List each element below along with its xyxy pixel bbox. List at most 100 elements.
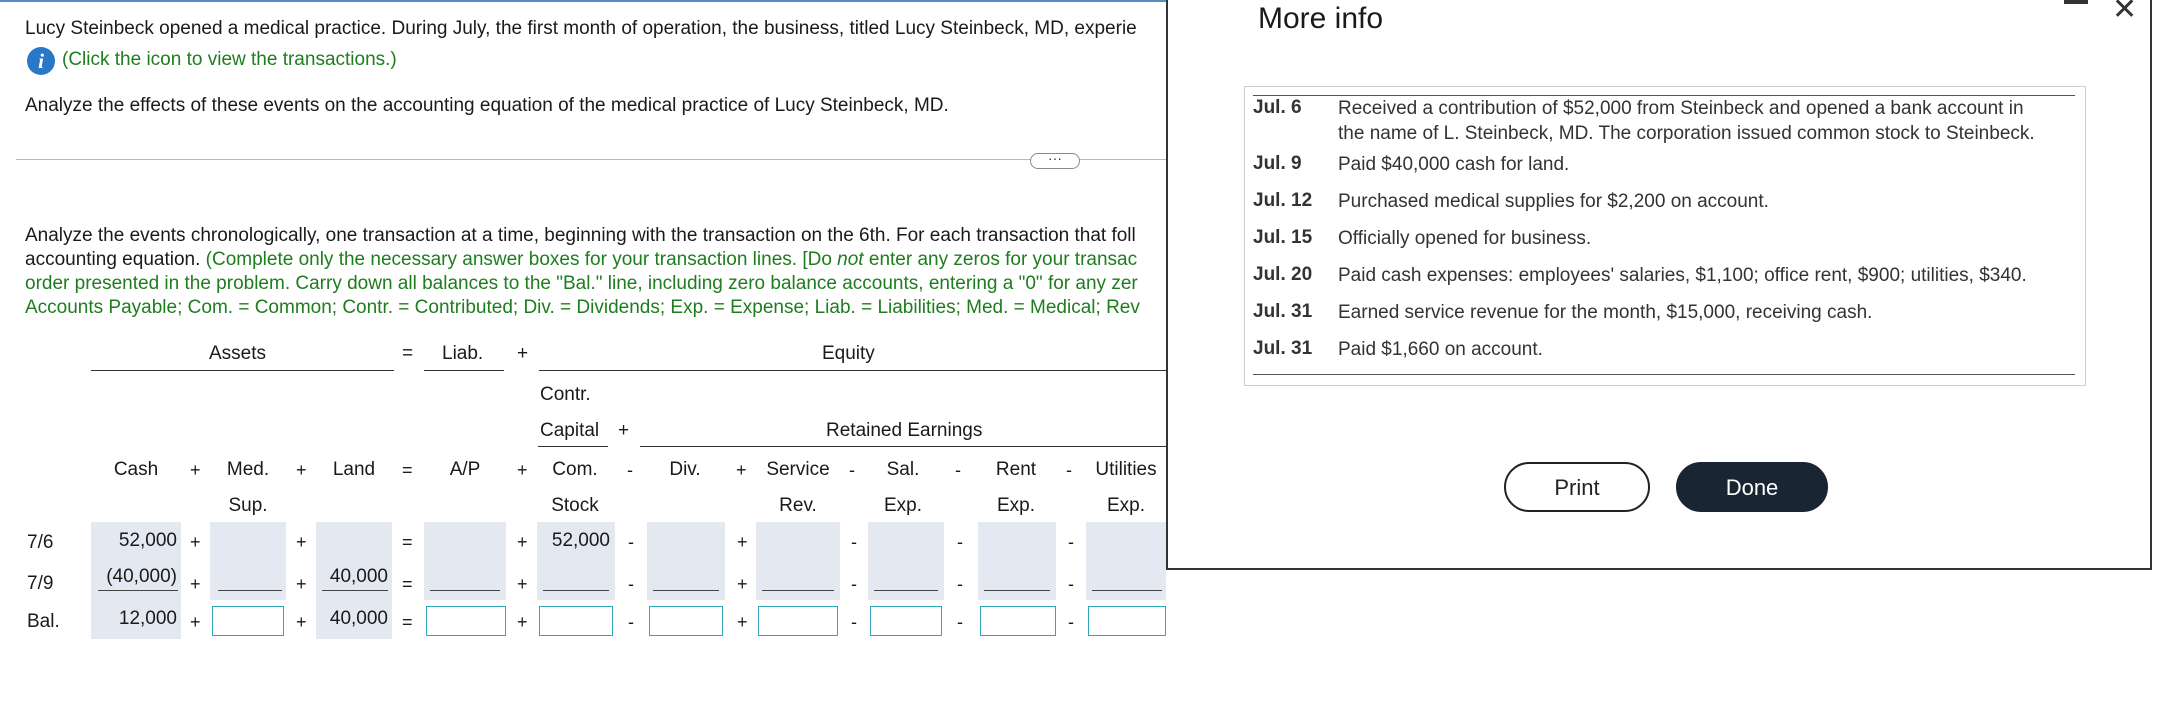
equity-header-line [539, 370, 1166, 371]
util-column-bg [1086, 522, 1166, 600]
sal-underline[interactable] [874, 590, 938, 591]
op-minus: - [957, 532, 963, 552]
instructions-green-2b: enter any zeros for your transac [863, 249, 1138, 270]
op-plus: + [737, 532, 748, 552]
cell-com-stock[interactable]: 52,000 [537, 530, 610, 552]
expand-more-button[interactable]: ··· [1030, 151, 1080, 169]
instructions-not: not [837, 249, 864, 270]
op-minus: - [1066, 460, 1072, 480]
op-plus: + [736, 460, 747, 480]
sal-column-bg [868, 522, 944, 600]
rent-column-bg [978, 522, 1056, 600]
table-bottom-rule [1253, 374, 2075, 375]
col-util-2: Exp. [1106, 495, 1146, 516]
col-service-2: Rev. [779, 495, 817, 516]
op-plus: + [517, 612, 528, 632]
row-label: 7/6 [27, 532, 54, 553]
transaction-date: Jul. 12 [1253, 190, 1313, 211]
op-plus: + [296, 574, 307, 594]
transaction-desc-cont: the name of L. Steinbeck, MD. The corpor… [1338, 123, 2035, 144]
cash-underline [98, 590, 178, 591]
util-underline[interactable] [1092, 590, 1162, 591]
op-minus: - [628, 612, 634, 632]
col-rent-2: Exp. [996, 495, 1036, 516]
print-button[interactable]: Print [1504, 462, 1650, 512]
transaction-date: Jul. 6 [1253, 97, 1302, 118]
cell-land-balance[interactable]: 40,000 [316, 608, 388, 630]
transaction-desc: Paid cash expenses: employees' salaries,… [1338, 265, 2027, 286]
rent-exp-balance-input[interactable] [980, 606, 1056, 636]
transactions-table: Jul. 6 Received a contribution of $52,00… [1244, 86, 2086, 386]
col-sal-1: Sal. [886, 459, 920, 480]
contr-plus: + [618, 420, 630, 441]
op-plus: + [517, 460, 528, 480]
row-label: Bal. [27, 611, 60, 632]
cell-cash[interactable]: (40,000) [91, 566, 177, 588]
op-minus: - [1068, 532, 1074, 552]
question-panel: Lucy Steinbeck opened a medical practice… [0, 0, 1166, 728]
op-minus: - [957, 574, 963, 594]
ap-balance-input[interactable] [426, 606, 506, 636]
op-minus: - [955, 460, 961, 480]
section-divider [16, 159, 1166, 160]
med-sup-balance-input[interactable] [212, 606, 284, 636]
transaction-desc: Received a contribution of $52,000 from … [1338, 98, 2024, 119]
op-equals: = [402, 460, 413, 480]
info-link[interactable]: (Click the icon to view the transactions… [62, 49, 397, 71]
col-ap: A/P [449, 459, 481, 480]
liab-header-line [424, 370, 504, 371]
analyze-text: Analyze the effects of these events on t… [25, 95, 949, 116]
service-underline[interactable] [762, 590, 834, 591]
instructions-line-4: Accounts Payable; Com. = Common; Contr. … [25, 297, 1140, 318]
instructions-line-2: accounting equation. (Complete only the … [25, 249, 1137, 271]
op-minus: - [849, 460, 855, 480]
assets-header: Assets [209, 343, 267, 364]
col-com-2: Stock [551, 495, 599, 516]
cell-land[interactable]: 40,000 [316, 566, 388, 588]
close-icon[interactable]: ✕ [2112, 0, 2137, 27]
op-plus: + [190, 574, 201, 594]
div-underline[interactable] [653, 590, 719, 591]
transaction-date: Jul. 9 [1253, 153, 1302, 174]
cell-cash[interactable]: 52,000 [91, 530, 177, 552]
op-minus: - [851, 612, 857, 632]
contr-header-2: Capital [540, 420, 600, 441]
op-minus: - [851, 532, 857, 552]
col-cash: Cash [113, 459, 159, 480]
transaction-date: Jul. 20 [1253, 264, 1313, 285]
op-minus: - [957, 612, 963, 632]
div-column-bg [647, 522, 725, 600]
cell-cash-balance[interactable]: 12,000 [91, 608, 177, 630]
col-med-2: Sup. [228, 495, 268, 516]
rent-underline[interactable] [984, 590, 1050, 591]
op-plus: + [517, 574, 528, 594]
util-exp-balance-input[interactable] [1088, 606, 1166, 636]
liab-header: Liab. [442, 343, 484, 364]
dialog-title: More info [1258, 2, 1384, 35]
row-label: 7/9 [27, 573, 54, 594]
intro-text: Lucy Steinbeck opened a medical practice… [25, 18, 1137, 39]
ap-underline[interactable] [430, 590, 500, 591]
sal-exp-balance-input[interactable] [870, 606, 942, 636]
div-balance-input[interactable] [649, 606, 723, 636]
op-plus: + [296, 612, 307, 632]
instructions-line-3: order presented in the problem. Carry do… [25, 273, 1138, 294]
col-div: Div. [669, 459, 701, 480]
done-button[interactable]: Done [1676, 462, 1828, 512]
service-rev-balance-input[interactable] [758, 606, 838, 636]
instructions-black-2: accounting equation. [25, 249, 206, 270]
op-plus: + [190, 460, 201, 480]
minimize-icon[interactable] [2064, 0, 2088, 4]
info-icon[interactable]: i [27, 47, 55, 75]
land-underline [322, 590, 388, 591]
com-underline[interactable] [543, 590, 609, 591]
instructions-line-1: Analyze the events chronologically, one … [25, 225, 1136, 246]
med-underline[interactable] [218, 590, 282, 591]
com-stock-balance-input[interactable] [539, 606, 613, 636]
transaction-date: Jul. 31 [1253, 301, 1313, 322]
equals-header: = [402, 343, 414, 364]
col-land: Land [332, 459, 376, 480]
contr-header-1: Contr. [540, 384, 591, 405]
op-plus: + [296, 460, 307, 480]
op-minus: - [1068, 612, 1074, 632]
